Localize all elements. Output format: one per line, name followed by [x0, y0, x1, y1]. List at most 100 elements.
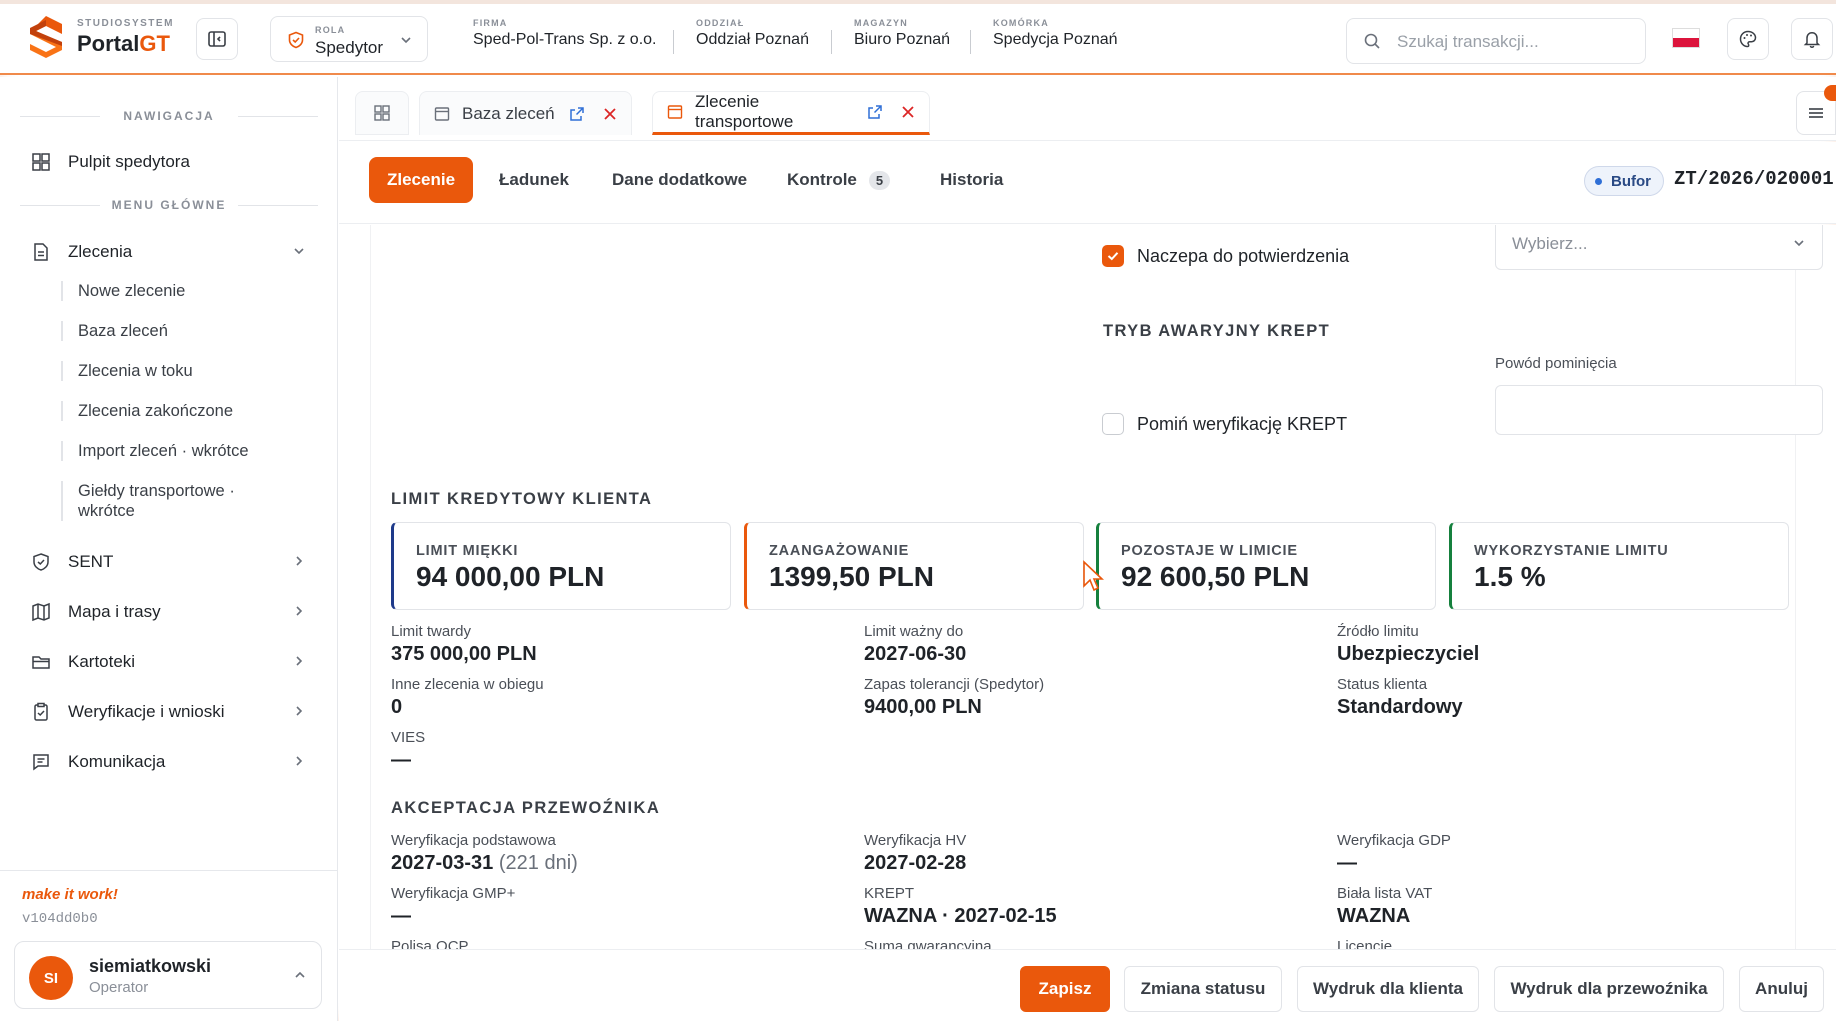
language-flag-pl-icon[interactable]: [1672, 28, 1700, 48]
kpi-label: POZOSTAJE W LIMICIE: [1121, 543, 1298, 559]
sidebar-item-label: Komunikacja: [68, 752, 166, 771]
brand-name-main: Portal: [77, 31, 140, 56]
skip-reason-input[interactable]: [1495, 385, 1823, 435]
trailer-confirmation-checkbox[interactable]: [1102, 245, 1124, 267]
basic-verification-days: (221 dni): [498, 852, 578, 874]
chevron-down-icon: [401, 37, 411, 44]
unit-value: Spedycja Poznań: [993, 31, 1118, 48]
chevron-right-icon: [296, 706, 303, 716]
user-name: siemiatkowski: [89, 956, 212, 976]
notification-dot: [1824, 85, 1836, 101]
search-icon: [1364, 33, 1380, 49]
external-link-icon[interactable]: [569, 106, 585, 122]
vat-whitelist-value: WAZNA: [1337, 905, 1411, 927]
hard-limit-label: Limit twardy: [391, 623, 472, 640]
user-card[interactable]: SI siemiatkowski Operator: [14, 941, 322, 1009]
folder-icon: [30, 651, 52, 673]
cancel-button[interactable]: Anuluj: [1739, 966, 1824, 1012]
kpi-value: 92 600,50 PLN: [1121, 561, 1310, 592]
window-icon: [667, 104, 683, 120]
sidebar-toggle-icon: [208, 31, 226, 47]
trailer-select[interactable]: Wybierz...: [1495, 225, 1823, 270]
licenses-label: Licencje: [1337, 938, 1393, 949]
save-button[interactable]: Zapisz: [1020, 966, 1110, 1012]
basic-verification-value: 2027-03-31 (221 dni): [391, 852, 578, 875]
limit-valid-label: Limit ważny do: [864, 623, 964, 640]
sidebar-item-verifications[interactable]: Weryfikacje i wnioski: [20, 692, 318, 732]
tab-label: Zlecenie transportowe: [695, 92, 794, 131]
sidebar-subitem-transport-exchanges[interactable]: Giełdy transportowe · wkrótce: [61, 481, 261, 521]
sidebar-item-label: Kartoteki: [68, 652, 136, 671]
tab-overview-button[interactable]: [355, 91, 409, 135]
branch-label: ODDZIAŁ: [696, 18, 745, 28]
sidebar-subitem-orders-in-progress[interactable]: Zlecenia w toku: [61, 361, 311, 381]
transaction-search[interactable]: [1346, 18, 1646, 64]
theme-button[interactable]: [1727, 18, 1769, 60]
divider: [970, 30, 971, 54]
vies-label: VIES: [391, 729, 426, 746]
tab-additional-data[interactable]: Dane dodatkowe: [594, 157, 765, 203]
sidebar-subitem-orders-completed[interactable]: Zlecenia zakończone: [61, 401, 311, 421]
sidebar-item-label: Pulpit spedytora: [68, 152, 190, 171]
sidebar-item-dashboard[interactable]: Pulpit spedytora: [20, 142, 318, 182]
skip-krept-label: Pomiń weryfikację KREPT: [1137, 414, 1348, 434]
tab-orders-base[interactable]: Baza zleceń: [419, 91, 632, 135]
divider: [673, 30, 674, 54]
notifications-button[interactable]: [1791, 18, 1833, 60]
krept-section-title: TRYB AWARYJNY KREPT: [1103, 322, 1331, 340]
version-label: v104dd0b0: [22, 911, 98, 927]
sidebar-subitem-orders-base[interactable]: Baza zleceń: [61, 321, 311, 341]
order-subtabs: Zlecenie Ładunek Dane dodatkowe Kontrole…: [339, 142, 1836, 224]
chevron-up-icon: [295, 971, 305, 978]
tab-controls[interactable]: Kontrole 5: [769, 157, 908, 203]
close-icon[interactable]: [901, 105, 915, 119]
brand-subtitle: STUDIOSYSTEM: [77, 18, 174, 29]
tab-history[interactable]: Historia: [922, 157, 1021, 203]
print-carrier-button[interactable]: Wydruk dla przewoźnika: [1494, 966, 1724, 1012]
map-icon: [30, 601, 52, 623]
company-label: FIRMA: [473, 18, 508, 28]
search-input[interactable]: [1397, 30, 1637, 54]
divider: [831, 30, 832, 54]
sidebar-item-records[interactable]: Kartoteki: [20, 642, 318, 682]
print-client-button[interactable]: Wydruk dla klienta: [1297, 966, 1479, 1012]
tab-label: Baza zleceń: [462, 103, 555, 123]
status-label: Bufor: [1611, 172, 1651, 190]
message-icon: [30, 751, 52, 773]
skip-reason-label: Powód pominięcia: [1495, 355, 1617, 372]
vies-value: —: [391, 749, 411, 771]
window-icon: [434, 106, 450, 122]
chevron-right-icon: [296, 556, 303, 566]
credit-limit-section-title: LIMIT KREDYTOWY KLIENTA: [391, 490, 653, 508]
user-role: Operator: [89, 979, 149, 996]
client-status-value: Standardowy: [1337, 696, 1463, 718]
skip-krept-checkbox[interactable]: [1102, 413, 1124, 435]
brand-name-accent: GT: [139, 31, 170, 56]
kpi-label: LIMIT MIĘKKI: [416, 543, 519, 559]
sidebar-item-orders[interactable]: Zlecenia: [20, 232, 318, 272]
app-window: STUDIOSYSTEM PortalGT ROLA Spedytor FIRM…: [0, 4, 1836, 1021]
tagline: make it work!: [22, 886, 118, 903]
tab-transport-order[interactable]: Zlecenie transportowe: [652, 91, 930, 135]
sidebar-subitem-import-orders[interactable]: Import zleceń · wkrótce: [61, 441, 311, 461]
sidebar-item-sent[interactable]: SENT: [20, 542, 318, 582]
carrier-acceptance-section-title: AKCEPTACJA PRZEWOŹNIKA: [391, 799, 661, 817]
toggle-sidebar-button[interactable]: [196, 18, 238, 60]
external-link-icon[interactable]: [867, 104, 883, 120]
role-selector[interactable]: ROLA Spedytor: [270, 16, 428, 62]
trailer-confirmation-label: Naczepa do potwierdzenia: [1137, 246, 1350, 266]
tab-order[interactable]: Zlecenie: [369, 157, 474, 203]
chevron-right-icon: [296, 656, 303, 666]
sidebar-item-communication[interactable]: Komunikacja: [20, 742, 318, 782]
role-value: Spedytor: [315, 38, 384, 57]
kpi-limit-usage: WYKORZYSTANIE LIMITU 1.5 %: [1449, 522, 1789, 610]
warehouse-value: Biuro Poznań: [854, 31, 951, 48]
chevron-right-icon: [296, 606, 303, 616]
close-icon[interactable]: [603, 107, 617, 121]
limit-source-value: Ubezpieczyciel: [1337, 643, 1480, 665]
sidebar-item-label: Zlecenia: [68, 242, 133, 261]
sidebar-subitem-new-order[interactable]: Nowe zlecenie: [61, 281, 311, 301]
tab-cargo[interactable]: Ładunek: [481, 157, 587, 203]
sidebar-item-maps[interactable]: Mapa i trasy: [20, 592, 318, 632]
change-status-button[interactable]: Zmiana statusu: [1124, 966, 1282, 1012]
